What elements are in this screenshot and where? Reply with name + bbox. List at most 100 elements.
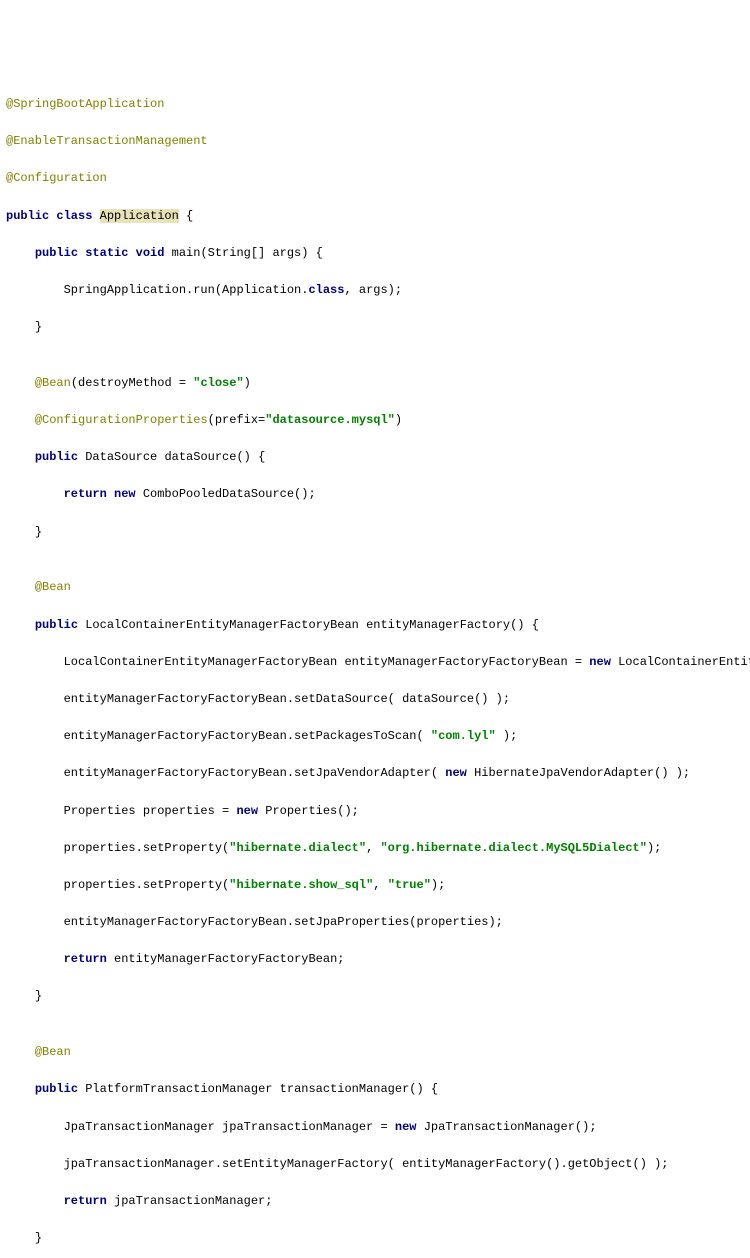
code-line: entityManagerFactoryFactoryBean.setJpaVe… [6, 764, 750, 783]
text: jpaTransactionManager.setEntityManagerFa… [64, 1157, 669, 1171]
text: Properties properties = [64, 804, 237, 818]
text: properties.setProperty( [64, 841, 230, 855]
text: } [35, 989, 42, 1003]
indent [6, 1045, 35, 1059]
code-line: properties.setProperty("hibernate.dialec… [6, 839, 750, 858]
indent [6, 525, 35, 539]
keyword: new [445, 766, 474, 780]
text: JpaTransactionManager(); [424, 1120, 597, 1134]
text: DataSource dataSource() { [85, 450, 265, 464]
code-line: SpringApplication.run(Application.class,… [6, 281, 750, 300]
code-line: jpaTransactionManager.setEntityManagerFa… [6, 1155, 750, 1174]
string: "hibernate.dialect" [229, 841, 366, 855]
code-line: } [6, 523, 750, 542]
text: entityManagerFactoryFactoryBean.setJpaPr… [64, 915, 503, 929]
string: "close" [193, 376, 243, 390]
code-line: @EnableTransactionManagement [6, 132, 750, 151]
text: LocalContainerEntityManagerFactoryBean e… [64, 655, 590, 669]
keyword: public static void [35, 246, 172, 260]
text: entityManagerFactoryFactoryBean.setPacka… [64, 729, 431, 743]
code-line: public class Application { [6, 207, 750, 226]
indent [6, 376, 35, 390]
text: properties.setProperty( [64, 878, 230, 892]
indent [6, 1194, 64, 1208]
indent [6, 841, 64, 855]
text: jpaTransactionManager; [114, 1194, 272, 1208]
code-line: return new ComboPooledDataSource(); [6, 485, 750, 504]
indent [6, 692, 64, 706]
code-editor[interactable]: @SpringBootApplication @EnableTransactio… [6, 76, 750, 1258]
indent [6, 618, 35, 632]
code-line: LocalContainerEntityManagerFactoryBean e… [6, 653, 750, 672]
text: , [366, 841, 380, 855]
text: (destroyMethod = [71, 376, 193, 390]
indent [6, 1120, 64, 1134]
code-line: return entityManagerFactoryFactoryBean; [6, 950, 750, 969]
keyword: public class [6, 209, 100, 223]
text: HibernateJpaVendorAdapter() ); [474, 766, 690, 780]
text: PlatformTransactionManager transactionMa… [85, 1082, 438, 1096]
text: ); [496, 729, 518, 743]
indent [6, 320, 35, 334]
code-line: } [6, 1229, 750, 1248]
text: ComboPooledDataSource(); [143, 487, 316, 501]
keyword: new [589, 655, 618, 669]
indent [6, 804, 64, 818]
text: } [35, 320, 42, 334]
text: entityManagerFactoryFactoryBean; [114, 952, 344, 966]
text: LocalContainerEntityManagerFactoryBean()… [618, 655, 750, 669]
code-line: return jpaTransactionManager; [6, 1192, 750, 1211]
keyword: new [395, 1120, 424, 1134]
keyword: new [236, 804, 265, 818]
keyword: return [64, 1194, 114, 1208]
text: LocalContainerEntityManagerFactoryBean e… [85, 618, 539, 632]
keyword: return new [64, 487, 143, 501]
keyword: return [64, 952, 114, 966]
annotation: @SpringBootApplication [6, 97, 164, 111]
indent [6, 283, 64, 297]
code-line: @Bean [6, 1043, 750, 1062]
code-line: @Configuration [6, 169, 750, 188]
code-line: @Bean(destroyMethod = "close") [6, 374, 750, 393]
indent [6, 1082, 35, 1096]
text: } [35, 525, 42, 539]
text: entityManagerFactoryFactoryBean.setJpaVe… [64, 766, 446, 780]
text: { [179, 209, 193, 223]
indent [6, 246, 35, 260]
code-line: @Bean [6, 578, 750, 597]
text: SpringApplication.run(Application. [64, 283, 309, 297]
text: Properties(); [265, 804, 359, 818]
code-line: entityManagerFactoryFactoryBean.setPacka… [6, 727, 750, 746]
code-line: public LocalContainerEntityManagerFactor… [6, 616, 750, 635]
indent [6, 1157, 64, 1171]
annotation: @EnableTransactionManagement [6, 134, 208, 148]
indent [6, 487, 64, 501]
code-line: @ConfigurationProperties(prefix="datasou… [6, 411, 750, 430]
indent [6, 878, 64, 892]
annotation: @Configuration [6, 171, 107, 185]
keyword: public [35, 618, 85, 632]
text: ); [647, 841, 661, 855]
annotation: @ConfigurationProperties [35, 413, 208, 427]
code-line: public DataSource dataSource() { [6, 448, 750, 467]
text: } [35, 1231, 42, 1245]
code-line: properties.setProperty("hibernate.show_s… [6, 876, 750, 895]
indent [6, 915, 64, 929]
code-line: entityManagerFactoryFactoryBean.setDataS… [6, 690, 750, 709]
indent [6, 1231, 35, 1245]
indent [6, 413, 35, 427]
text: ) [244, 376, 251, 390]
string: "org.hibernate.dialect.MySQL5Dialect" [380, 841, 646, 855]
code-line: public PlatformTransactionManager transa… [6, 1080, 750, 1099]
text: , args); [344, 283, 402, 297]
keyword: public [35, 450, 85, 464]
string: "hibernate.show_sql" [229, 878, 373, 892]
code-line: JpaTransactionManager jpaTransactionMana… [6, 1118, 750, 1137]
keyword: public [35, 1082, 85, 1096]
indent [6, 580, 35, 594]
code-line: entityManagerFactoryFactoryBean.setJpaPr… [6, 913, 750, 932]
annotation: @Bean [35, 1045, 71, 1059]
indent [6, 655, 64, 669]
code-line: } [6, 987, 750, 1006]
indent [6, 766, 64, 780]
